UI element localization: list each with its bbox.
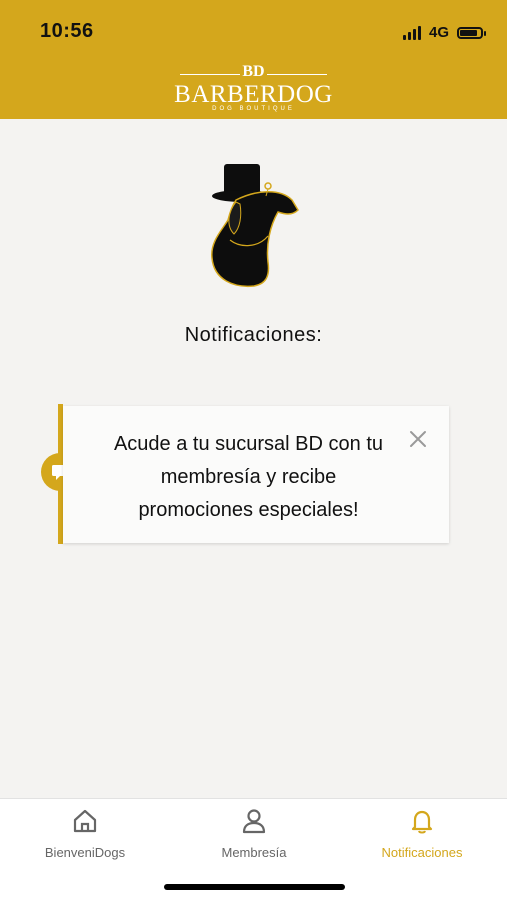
dog-mascot-icon — [211, 164, 299, 288]
tab-bienvenidogs[interactable]: BienveniDogs — [15, 807, 155, 860]
close-icon[interactable] — [409, 430, 427, 448]
home-icon — [73, 809, 97, 833]
notification-card[interactable]: Acude a tu sucursal BD con tu membresía … — [63, 406, 449, 543]
tab-membresia[interactable]: Membresía — [184, 807, 324, 860]
notification-message: Acude a tu sucursal BD con tu membresía … — [113, 433, 384, 521]
tab-label: Notificaciones — [381, 845, 463, 860]
logo-subtext: DOG BOUTIQUE — [212, 106, 295, 112]
network-label: 4G — [428, 24, 449, 41]
battery-icon — [457, 26, 486, 39]
logo-text: BARBERDOG — [174, 81, 333, 108]
bell-icon — [411, 810, 433, 834]
user-icon — [242, 809, 266, 834]
home-indicator — [164, 884, 345, 890]
app-header: 10:56 4G BD BARBERDOG DOG BOUTIQUE — [0, 0, 507, 119]
status-indicators: 4G — [402, 24, 486, 41]
page-title: Notificaciones: — [184, 324, 323, 346]
tab-label: Membresía — [221, 845, 287, 860]
app-logo: BD BARBERDOG DOG BOUTIQUE — [0, 63, 507, 113]
tab-label: BienveniDogs — [44, 845, 126, 860]
logo-monogram: BD — [242, 63, 265, 80]
signal-icon — [402, 25, 421, 40]
tab-notificaciones[interactable]: Notificaciones — [352, 807, 492, 860]
status-time: 10:56 — [40, 20, 94, 42]
